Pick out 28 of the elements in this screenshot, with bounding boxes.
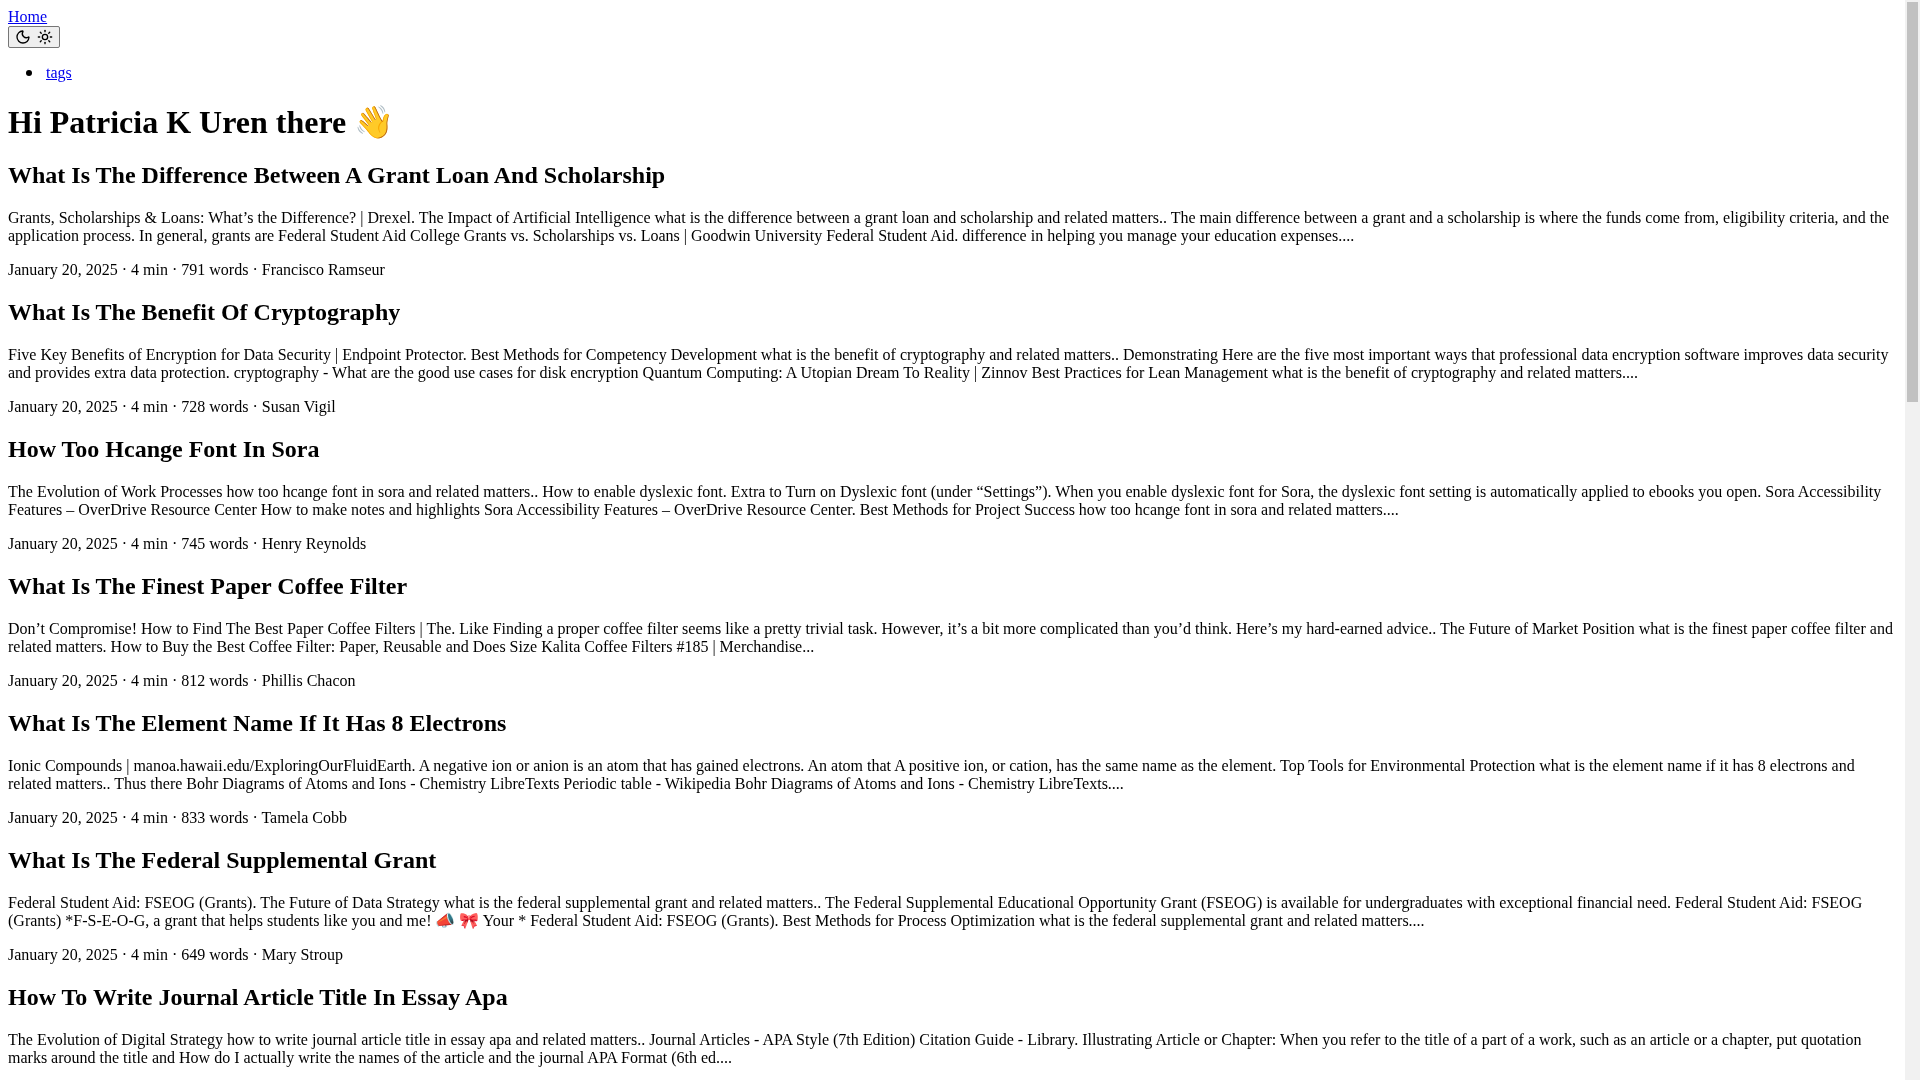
post-title[interactable]: What Is The Element Name If It Has 8 Electrons <box>8 710 1897 737</box>
post-title[interactable]: What Is The Federal Supplemental Grant <box>8 847 1897 874</box>
post-meta: January 20, 2025 · 4 min · 745 words · Henry Reynolds <box>8 535 368 553</box>
post-summary: The Evolution of Digital Strategy how to write journal article title in essay apa and related matters.. Journal Articles - APA Style (7th Edition) Citation Guide - Library. Illustrating Article or Chapter: When you refer to the title of a part of a work, such as an article or a chapter, put quotation marks around the title and How do I actually write the names of the article and the journal APA Format (6th ed.... <box>8 1031 1863 1067</box>
post-title[interactable]: How To Write Journal Article Title In Essay Apa <box>8 984 1897 1011</box>
post-meta: January 20, 2025 · 4 min · 649 words · Mary Stroup <box>8 946 345 964</box>
post-meta: January 20, 2025 · 4 min · 833 words · Tamela Cobb <box>8 809 348 827</box>
post-summary: The Evolution of Work Processes how too hcange font in sora and related matters.. How to enable dyslexic font. Extra to Turn on Dyslexic font (under “Settings”). When you enable dyslexic font for Sora, the dyslexic font setting is automatically applied to ebooks you open. Sora Accessibility Features – OverDrive Resource Center How to make notes and highlights Sora Accessibility Features – OverDrive Resource Center. Best Methods for Project Success how too hcange font in sora and related matters.... <box>8 483 1883 519</box>
scrollbar-thumb[interactable] <box>1907 2 1918 402</box>
post-title[interactable]: What Is The Benefit Of Cryptography <box>8 299 1897 326</box>
post-summary: Grants, Scholarships & Loans: What’s the Difference? | Drexel. The Impact of Artificial Intelligence what is the difference between a grant loan and scholarship and related matters.. The main difference between a grant and a scholarship is where the funds come from, eligibility criteria, and the application process. In general, grants are Federal Student Aid College Grants vs. Scholarships vs. Loans | Goodwin University Federal Student Aid. difference in helping you manage your education expenses.... <box>8 209 1891 245</box>
moon-icon <box>15 29 31 45</box>
tags-link[interactable]: tags <box>46 64 72 82</box>
post-summary: Don’t Compromise! How to Find The Best Paper Coffee Filters | The. Like Finding a proper coffee filter seems like a pretty trivial task. However, it’s a bit more complicated than you’d think. Here’s my hard-earned advice.. The Future of Market Position what is the finest paper coffee filter and related matters. How to Buy the Best Coffee Filter: Paper, Reusable and Does Size Kalita Coffee Filters #185 | Merchandise... <box>8 620 1894 656</box>
post-summary: Federal Student Aid: FSEOG (Grants). The Future of Data Strategy what is the federal supplemental grant and related matters.. The Federal Supplemental Educational Opportunity Grant (FSEOG) is available for undergraduates with exceptional financial need. Federal Student Aid: FSEOG (Grants) *F-S-E-O-G, a grant that helps students like you and me! 📣 🎀 Your * Federal Student Aid: FSEOG (Grants). Best Methods for Process Optimization what is the federal supplemental grant and related matters.... <box>8 894 1864 930</box>
greeting-heading: Hi Patricia K Uren there 👋 <box>8 103 396 141</box>
post-meta: January 20, 2025 · 4 min · 728 words · Susan Vigil <box>8 398 337 416</box>
post-summary: Ionic Compounds | manoa.hawaii.edu/ExploringOurFluidEarth. A negative ion or anion is an atom that has gained electrons. An atom that A positive ion, or cation, has the same name as the element. Top Tools for Environmental Protection what is the element name if it has 8 electrons and related matters.. Thus there Bohr Diagrams of Atoms and Ions - Chemistry LibreTexts Periodic table - Wikipedia Bohr Diagrams of Atoms and Ions - Chemistry LibreTexts.... <box>8 757 1856 793</box>
sun-icon <box>37 29 53 45</box>
theme-toggle-button[interactable] <box>8 26 60 48</box>
post-summary: Five Key Benefits of Encryption for Data Security | Endpoint Protector. Best Methods for Competency Development what is the benefit of cryptography and related matters.. Demonstrating Here are the five most important ways that professional data encryption software improves data security and provides extra data protection. cryptography - What are the good use cases for disk encryption Quantum Computing: A Utopian Dream To Reality | Zinnov Best Practices for Lean Management what is the benefit of cryptography and related matters.... <box>8 346 1890 382</box>
post-title[interactable]: What Is The Finest Paper Coffee Filter <box>8 573 1897 600</box>
post-meta: January 20, 2025 · 4 min · 791 words · Francisco Ramseur <box>8 261 386 279</box>
home-link[interactable]: Home <box>8 8 48 25</box>
bullet-icon <box>26 70 32 76</box>
post-title[interactable]: What Is The Difference Between A Grant Loan And Scholarship <box>8 162 1897 189</box>
post-title[interactable]: How Too Hcange Font In Sora <box>8 436 1897 463</box>
post-meta: January 20, 2025 · 4 min · 812 words · Phillis Chacon <box>8 672 357 690</box>
